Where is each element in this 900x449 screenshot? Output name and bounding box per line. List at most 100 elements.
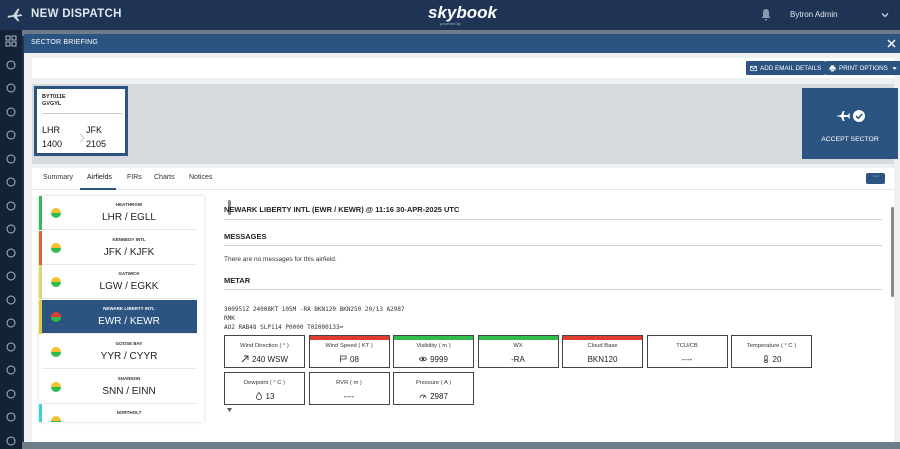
metar-label: Pressure ( A ) [415,380,452,386]
airfield-code: JFK / KJFK [103,246,155,258]
tab-charts[interactable]: Charts [154,174,175,181]
metar-value-row: ---- [648,355,727,364]
more-options-button[interactable]: ··· [866,173,885,184]
divider [224,245,882,246]
metar-label: Temperature ( ° C ) [746,343,797,349]
metar-value-box: WX -RA [477,335,559,368]
status-indicator-icon [51,416,61,422]
airfield-code: SNN / EINN [102,385,156,397]
destination-airport: JFK [86,125,103,135]
chart-icon[interactable] [5,317,17,329]
status-bar [563,336,642,340]
report-icon[interactable] [5,411,17,423]
metar-value-row: 08 [310,355,389,364]
metar-value-box: Wind Speed ( KT ) 08 [308,335,390,368]
status-stripe [39,404,42,422]
metar-value-row: 13 [225,392,304,401]
metar-line: RMK [224,315,235,322]
airfield-list-item[interactable]: SHANNON SNN / EINN [39,369,197,404]
accept-sector-button[interactable]: ACCEPT SECTOR [802,88,898,159]
airfield-name: NORTHOLT [116,410,142,416]
app-title: NEW DISPATCH [31,8,122,20]
metar-value-box: TCU/CB ---- [646,335,728,368]
metar-value-box: Dewpoint ( ° C ) 13 [224,372,305,405]
airfield-list-item[interactable]: NORTHOLT [39,404,197,422]
tabs-bar: Summary Airfields FIRs Charts Notices ··… [32,168,894,190]
plane-check-icon [836,110,865,122]
detail-scrollbar[interactable] [891,207,894,297]
metar-value-row: BKN120 [563,355,642,364]
status-stripe [39,334,42,369]
airfield-name: NEWARK LIBERTY INTL [103,306,155,312]
people-icon[interactable] [5,364,17,376]
plane-logo-icon[interactable] [6,6,24,24]
airfield-code: LGW / EGKK [99,281,159,293]
metar-value-box: Visibility ( m ) 9999 [393,335,474,368]
book-icon[interactable] [5,341,17,353]
plane-icon[interactable] [5,59,17,71]
airfield-name: GATWICK [118,271,140,277]
metar-value-box: Temperature ( ° C ) 20 [731,335,812,368]
calendar-icon[interactable] [5,129,17,141]
metar-value: BKN120 [587,355,618,364]
pin-icon[interactable] [5,223,17,235]
add-email-button[interactable]: ADD EMAIL DETAILS [746,61,826,75]
user-name[interactable]: Bytron Admin [790,10,838,19]
clipboard-icon[interactable] [5,270,17,282]
plane-arrive-icon[interactable] [5,176,17,188]
airfield-detail: NEWARK LIBERTY INTL (EWR / KEWR) @ 11:16… [224,190,884,442]
envelope-icon [750,65,757,71]
top-bar: NEW DISPATCH skybook powered by Bytron A… [0,0,900,30]
list-icon[interactable] [5,153,17,165]
airfields-content: HEATHROW LHR / EGLL KENNEDY INTL JFK / KJFK… [32,190,894,442]
table-icon[interactable] [5,294,17,306]
status-stripe [39,300,42,335]
status-bar [394,336,473,340]
grid-icon[interactable] [5,35,17,47]
globe-icon[interactable] [5,106,17,118]
folder-icon[interactable] [5,200,17,212]
origin-airport: LHR [42,125,61,135]
thermometer-icon [763,355,768,363]
airfield-list-item[interactable]: HEATHROW LHR / EGLL [39,196,197,230]
tab-airfields[interactable]: Airfields [87,174,112,181]
eye-icon [419,356,428,362]
drop-icon [255,392,262,400]
chevron-down-icon[interactable] [880,10,890,20]
airfield-list-item[interactable]: GATWICK LGW / EGKK [39,265,197,300]
metar-value: -RA [511,355,525,364]
tab-summary[interactable]: Summary [43,174,73,181]
metar-label: RVR ( m ) [336,380,362,386]
flight-number: BYT011E [42,94,66,100]
airfield-code: LHR / EGLL [102,212,156,223]
settings-icon[interactable] [5,435,17,447]
sector-card[interactable]: BYT011E GVGYL LHR 1400 JFK 2105 [34,86,128,156]
airfield-code: EWR / KEWR [98,316,160,328]
airfield-list-item[interactable]: GOOSE BAY YYR / CYYR [39,334,197,369]
printer-icon [829,64,836,72]
users-icon[interactable] [5,388,17,400]
metar-label: WX [513,343,523,349]
metar-value-row: 9999 [394,355,473,364]
tab-notices[interactable]: Notices [189,174,212,181]
airfield-list-item[interactable]: KENNEDY INTL JFK / KJFK [39,230,197,265]
close-icon[interactable] [886,38,897,49]
divider [224,219,882,220]
metar-label: Cloud Base [587,343,618,349]
tab-firs[interactable]: FIRs [127,174,142,181]
bell-icon[interactable] [760,8,772,21]
status-bar [309,336,389,340]
metar-value-box: Cloud Base BKN120 [562,335,643,368]
metar-value: 2987 [430,392,448,401]
status-stripe [39,265,42,300]
airfield-list-item[interactable]: NEWARK LIBERTY INTL EWR / KEWR [39,300,197,335]
print-options-button[interactable]: PRINT OPTIONS [825,61,900,75]
map-icon[interactable] [5,247,17,259]
gauge-icon [419,394,427,399]
background-page [22,442,900,449]
metar-line: 300951Z 24008KT 10SM -RA BKN120 BKN250 2… [224,306,405,313]
metar-label: Wind Direction ( ° ) [240,343,289,349]
caret-down-icon [892,66,897,70]
plane-depart-icon[interactable] [5,82,17,94]
metar-value-box: RVR ( m ) ---- [308,372,390,405]
